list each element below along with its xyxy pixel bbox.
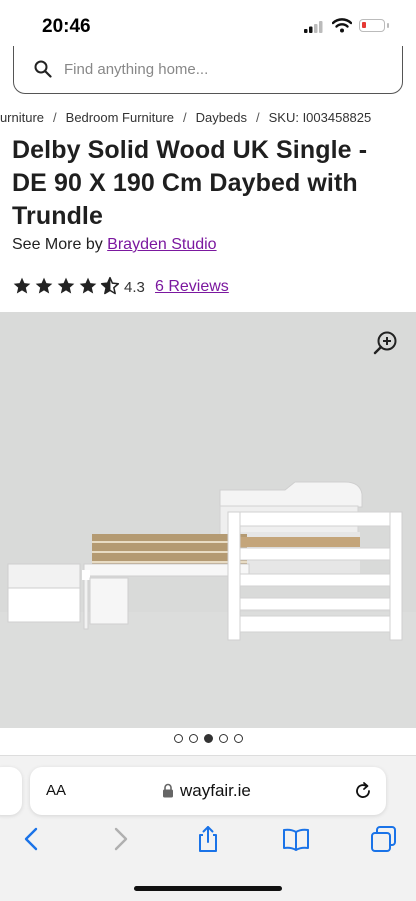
star-icon: [13, 277, 31, 294]
status-bar: 20:46: [0, 0, 416, 50]
url-text[interactable]: wayfair.ie: [180, 781, 251, 801]
browser-bottom-bar: AA wayfair.ie: [0, 755, 416, 901]
star-icon: [79, 277, 97, 294]
breadcrumb-separator: /: [183, 110, 187, 125]
status-time: 20:46: [42, 16, 91, 37]
see-more-prefix: See More by: [12, 236, 103, 253]
back-icon[interactable]: [16, 824, 46, 854]
reload-icon[interactable]: [353, 781, 373, 801]
see-more-brand: See More by Brayden Studio: [12, 236, 217, 254]
carousel-dot-active[interactable]: [203, 734, 213, 743]
product-image[interactable]: [0, 312, 416, 728]
forward-icon[interactable]: [106, 824, 136, 854]
breadcrumb-sku: SKU: I003458825: [268, 110, 372, 125]
bookmarks-icon[interactable]: [281, 824, 311, 854]
carousel-dots: [0, 734, 416, 748]
battery-cap: [387, 23, 389, 28]
cellular-signal-icon: [304, 21, 323, 33]
reviews-link[interactable]: 6 Reviews: [155, 278, 229, 296]
tabs-icon[interactable]: [369, 824, 399, 854]
wifi-icon: [332, 18, 352, 33]
breadcrumb-daybeds[interactable]: Daybeds: [196, 110, 247, 125]
carousel-dot[interactable]: [188, 734, 198, 743]
home-indicator: [134, 886, 282, 891]
star-icon: [35, 277, 53, 294]
carousel-dot[interactable]: [218, 734, 228, 743]
search-input[interactable]: Find anything home...: [64, 61, 208, 78]
search-bar[interactable]: Find anything home...: [13, 46, 403, 94]
star-half-icon: [100, 276, 120, 295]
brand-link[interactable]: Brayden Studio: [107, 236, 216, 253]
rating-stars: [12, 276, 120, 296]
breadcrumb-separator: /: [255, 110, 260, 125]
product-title: Delby Solid Wood UK Single - DE 90 X 190…: [12, 136, 368, 230]
share-icon[interactable]: [193, 824, 223, 854]
breadcrumb-bedroom-furniture[interactable]: Bedroom Furniture: [66, 110, 174, 125]
breadcrumb-furniture[interactable]: Furniture: [0, 110, 44, 125]
carousel-dot[interactable]: [173, 734, 183, 743]
search-icon: [34, 60, 52, 78]
star-icon: [57, 277, 75, 294]
rating-value: 4.3: [124, 279, 145, 296]
previous-tab-preview[interactable]: [0, 767, 22, 815]
carousel-dot[interactable]: [233, 734, 243, 743]
lock-icon: [163, 783, 173, 798]
text-size-button[interactable]: AA: [46, 782, 66, 799]
address-bar[interactable]: AA wayfair.ie: [30, 767, 386, 815]
daybed-photo: [0, 312, 416, 728]
breadcrumb: Furniture / Bedroom Furniture / Daybeds / SKU:…: [0, 110, 416, 130]
battery-icon: [359, 19, 385, 32]
breadcrumb-separator: /: [53, 110, 57, 125]
zoom-in-icon[interactable]: [372, 330, 398, 356]
